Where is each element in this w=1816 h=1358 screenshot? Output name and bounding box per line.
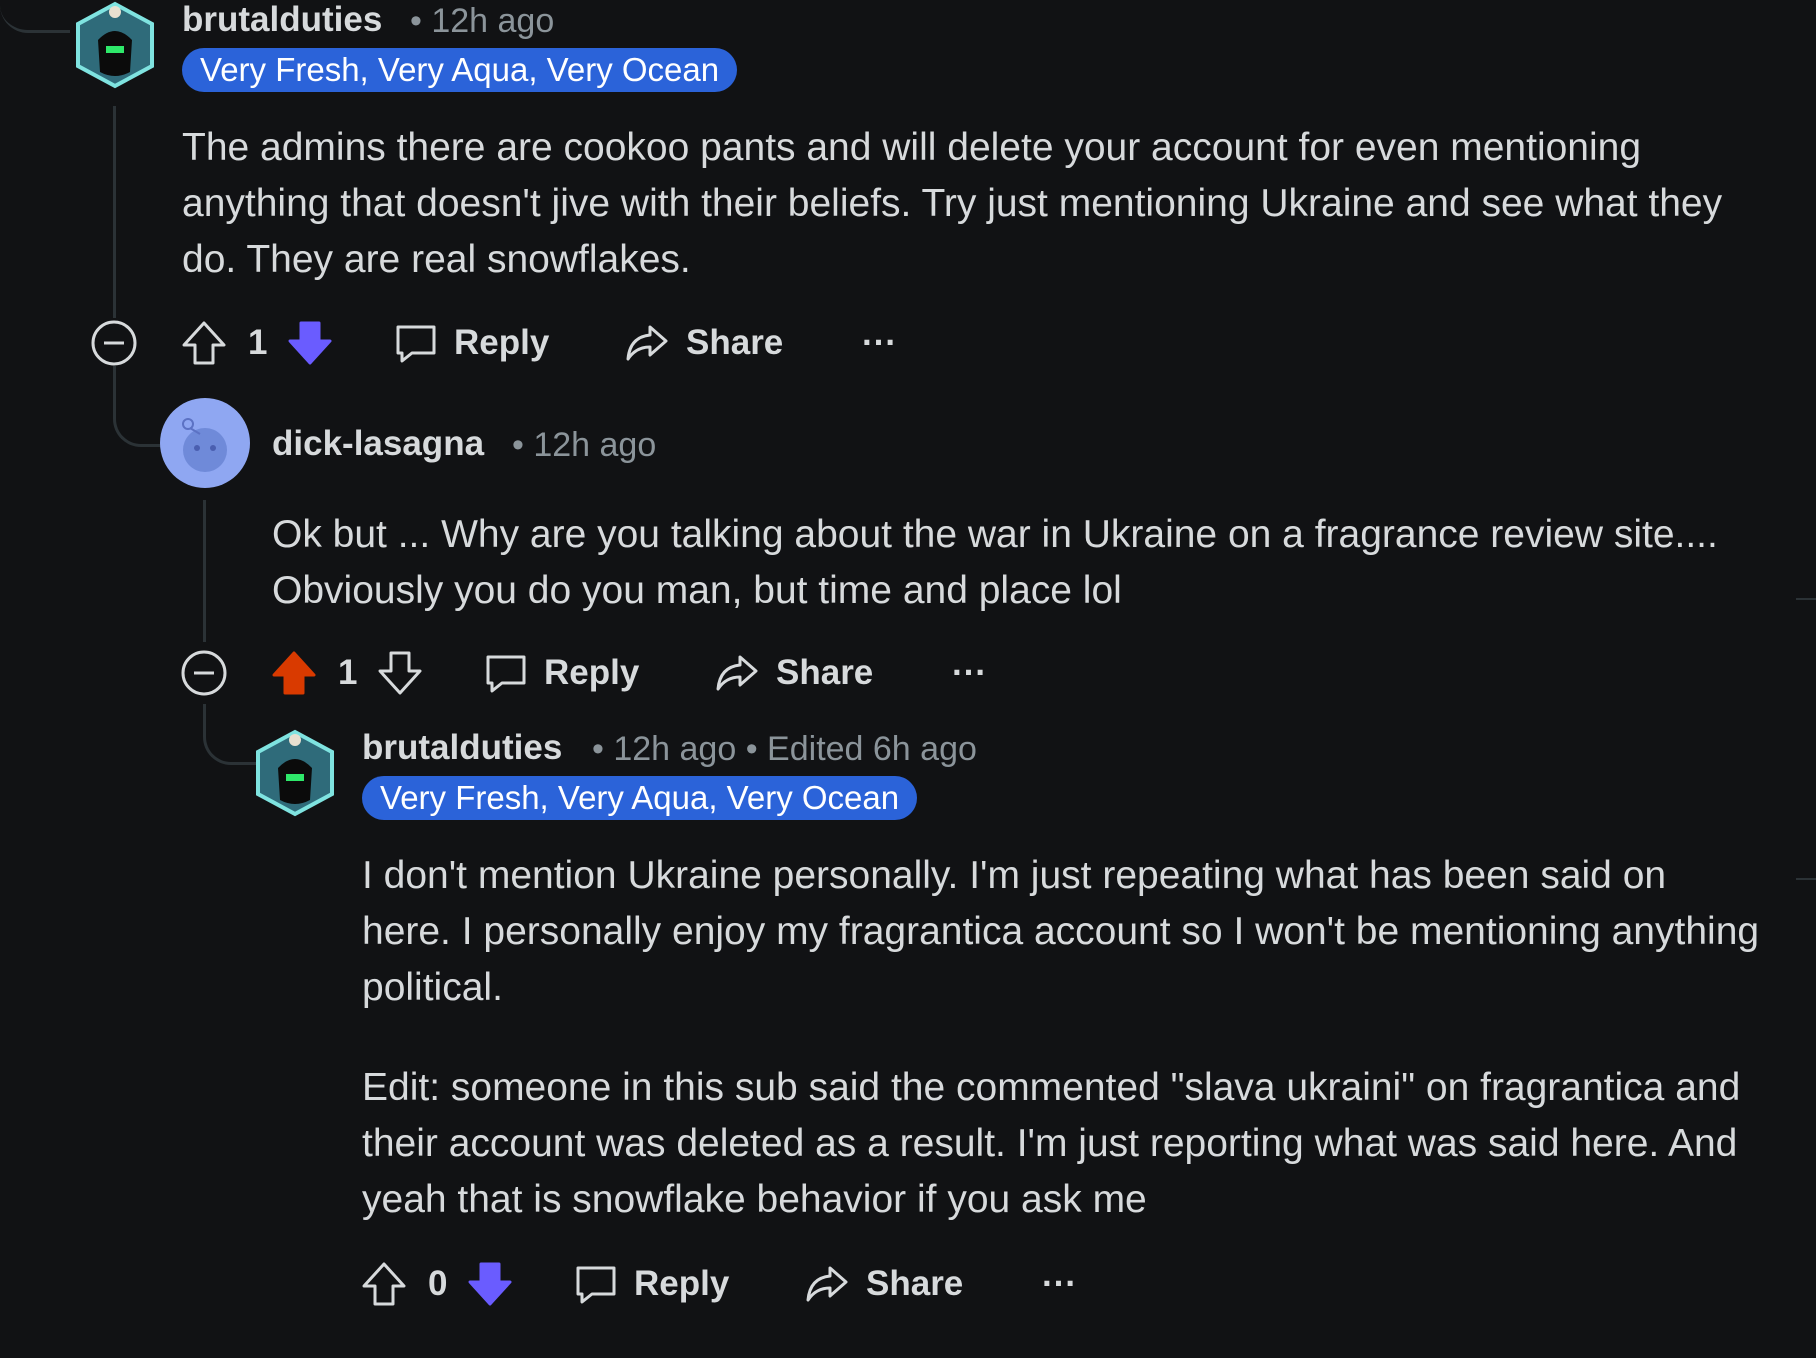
downvote-icon[interactable] [376,643,424,703]
vote-count: 1 [338,653,358,692]
vote-count: 1 [248,323,268,362]
collapse-icon[interactable] [90,313,138,373]
reply-label: Reply [634,1264,730,1303]
timestamp: • 12h ago • Edited 6h ago [592,730,977,768]
avatar[interactable] [70,0,160,90]
share-label: Share [776,653,874,692]
timestamp: • 12h ago [410,2,555,40]
timestamp: • 12h ago [512,426,657,464]
thread-line [203,704,256,765]
comment-paragraph: Edit: someone in this sub said the comme… [362,1066,1741,1221]
username[interactable]: brutalduties [182,0,382,40]
upvote-icon[interactable] [270,643,318,703]
thread-line [113,106,116,318]
comment-body: I don't mention Ukraine personally. I'm … [362,848,1762,1228]
more-icon: ··· [862,323,897,362]
downvote-icon[interactable] [466,1254,514,1314]
share-icon [804,1262,850,1306]
username[interactable]: dick-lasagna [272,424,484,464]
avatar[interactable] [160,398,250,488]
more-options-button[interactable]: ··· [862,313,897,373]
reply-button[interactable]: Reply [484,643,639,703]
reply-icon [484,651,528,695]
more-options-button[interactable]: ··· [952,643,987,703]
more-options-button[interactable]: ··· [1042,1254,1077,1314]
reply-icon [394,321,438,365]
downvote-icon[interactable] [286,313,334,373]
comment-actions: 0 Reply Share ··· [270,1254,1170,1314]
share-label: Share [866,1264,964,1303]
more-icon: ··· [1042,1264,1077,1303]
share-icon [714,651,760,695]
avatar[interactable] [250,728,340,818]
divider [1796,598,1816,600]
comment-body: The admins there are cookoo pants and wi… [182,120,1752,288]
comment-actions: 1 Reply Share ··· [90,313,990,373]
reply-button[interactable]: Reply [394,313,549,373]
user-flair: Very Fresh, Very Aqua, Very Ocean [362,776,918,820]
thread-line [113,366,166,447]
thread-line [0,0,70,33]
username[interactable]: brutalduties [362,728,562,768]
reply-label: Reply [544,653,640,692]
reply-button[interactable]: Reply [574,1254,729,1314]
comment-paragraph: The admins there are cookoo pants and wi… [182,126,1723,281]
share-button[interactable]: Share [804,1254,963,1314]
share-button[interactable]: Share [624,313,783,373]
user-flair: Very Fresh, Very Aqua, Very Ocean [182,48,738,92]
comment-body: Ok but ... Why are you talking about the… [272,507,1752,619]
comment-paragraph: Ok but ... Why are you talking about the… [272,513,1718,612]
divider [1796,878,1816,880]
upvote-icon[interactable] [180,313,228,373]
more-icon: ··· [952,653,987,692]
share-label: Share [686,323,784,362]
share-button[interactable]: Share [714,643,873,703]
comment-paragraph: I don't mention Ukraine personally. I'm … [362,854,1760,1009]
share-icon [624,321,670,365]
reply-label: Reply [454,323,550,362]
collapse-icon[interactable] [180,643,228,703]
thread-line [203,500,206,642]
reply-icon [574,1262,618,1306]
comment-actions: 1 Reply Share ··· [180,643,1080,703]
vote-count: 0 [428,1264,448,1303]
upvote-icon[interactable] [360,1254,408,1314]
